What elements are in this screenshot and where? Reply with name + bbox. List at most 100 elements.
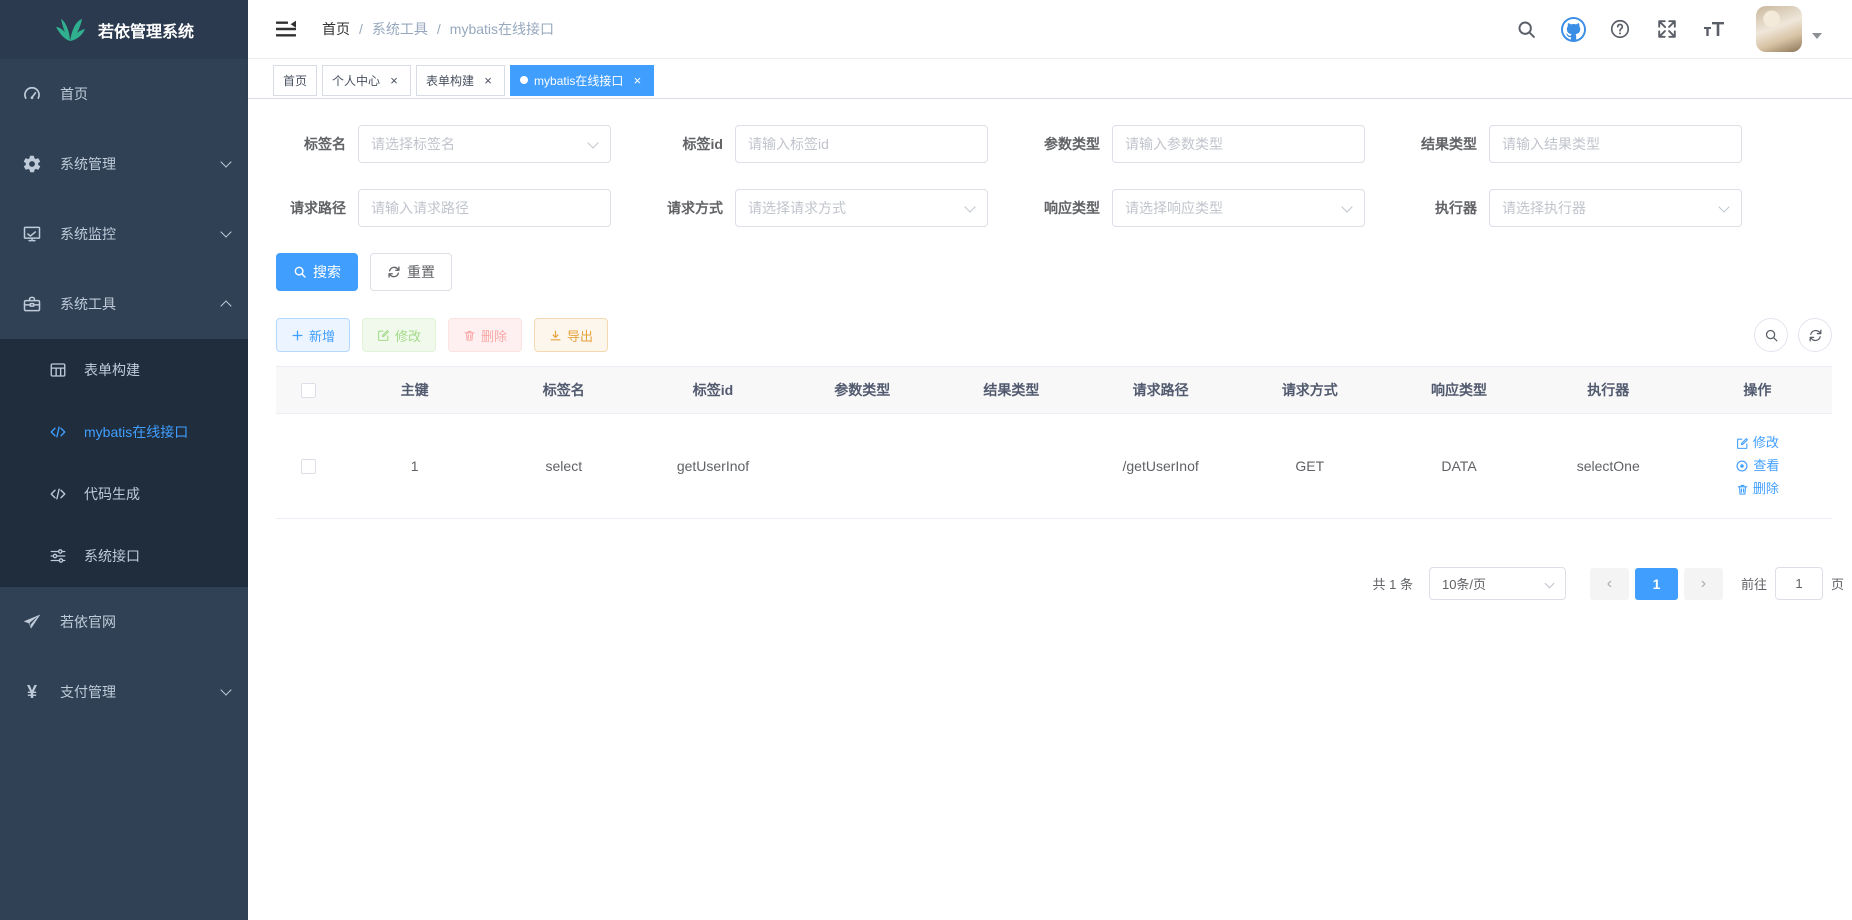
sidebar-fold-button[interactable] bbox=[274, 16, 300, 42]
paper-plane-icon bbox=[22, 612, 42, 632]
tab-home[interactable]: 首页 bbox=[273, 65, 317, 96]
active-dot bbox=[520, 76, 528, 84]
table-header-row: 主键 标签名 标签id 参数类型 结果类型 请求路径 请求方式 响应类型 执行器… bbox=[276, 367, 1832, 414]
tab-label: 表单构建 bbox=[426, 72, 474, 89]
search-button[interactable]: 搜索 bbox=[276, 253, 358, 291]
table-row: 1 select getUserInof /getUserInof GET DA… bbox=[276, 414, 1832, 519]
data-table: 主键 标签名 标签id 参数类型 结果类型 请求路径 请求方式 响应类型 执行器… bbox=[276, 366, 1832, 519]
app-title: 若依管理系统 bbox=[98, 18, 194, 42]
close-icon[interactable]: × bbox=[481, 73, 495, 87]
sidebar-item-system-monitor[interactable]: 系统监控 bbox=[0, 199, 248, 269]
sidebar-item-system-management[interactable]: 系统管理 bbox=[0, 129, 248, 199]
github-icon[interactable] bbox=[1560, 16, 1586, 42]
question-icon[interactable] bbox=[1607, 16, 1633, 42]
sidebar-item-label: 代码生成 bbox=[84, 484, 230, 504]
sidebar-item-form-builder[interactable]: 表单构建 bbox=[0, 339, 248, 401]
gear-icon bbox=[22, 154, 42, 174]
search-actions: 搜索 重置 bbox=[276, 253, 1832, 291]
sidebar-item-label: mybatis在线接口 bbox=[84, 422, 230, 442]
tab-form-builder[interactable]: 表单构建 × bbox=[416, 65, 505, 96]
close-icon[interactable]: × bbox=[387, 73, 401, 87]
field-label: 结果类型 bbox=[1407, 134, 1477, 154]
row-edit-link[interactable]: 修改 bbox=[1736, 433, 1779, 453]
refresh-icon bbox=[387, 265, 401, 279]
row-delete-link[interactable]: 删除 bbox=[1736, 479, 1779, 499]
breadcrumb-separator: / bbox=[437, 21, 441, 37]
tab-label: mybatis在线接口 bbox=[534, 72, 623, 89]
breadcrumb-home[interactable]: 首页 bbox=[322, 19, 350, 39]
export-button[interactable]: 导出 bbox=[534, 318, 608, 352]
form-grid-icon bbox=[48, 360, 68, 380]
add-button[interactable]: 新增 bbox=[276, 318, 350, 352]
field-label: 执行器 bbox=[1407, 198, 1477, 218]
fullscreen-icon[interactable] bbox=[1654, 16, 1680, 42]
gauge-icon bbox=[22, 84, 42, 104]
cell-request-path: /getUserInof bbox=[1086, 458, 1235, 474]
sidebar-item-home[interactable]: 首页 bbox=[0, 59, 248, 129]
next-page-button[interactable]: › bbox=[1684, 568, 1723, 600]
font-size-icon[interactable] bbox=[1701, 16, 1727, 42]
total-count: 共 1 条 bbox=[1373, 574, 1413, 593]
edit-button[interactable]: 修改 bbox=[362, 318, 436, 352]
page-size-select[interactable]: 10条/页 bbox=[1429, 567, 1566, 600]
app-logo: 若依管理系统 bbox=[0, 0, 248, 59]
tags-view-bar: 首页 个人中心 × 表单构建 × mybatis在线接口 × bbox=[248, 59, 1852, 99]
column-header: 执行器 bbox=[1534, 380, 1683, 400]
column-header: 主键 bbox=[340, 380, 489, 400]
result-type-input[interactable] bbox=[1489, 125, 1742, 163]
tab-label: 首页 bbox=[283, 72, 307, 89]
request-path-input[interactable] bbox=[358, 189, 611, 227]
tag-id-input[interactable] bbox=[735, 125, 988, 163]
select-all-checkbox[interactable] bbox=[301, 383, 316, 398]
field-label: 标签名 bbox=[276, 134, 346, 154]
yen-icon: ¥ bbox=[22, 682, 42, 702]
download-icon bbox=[549, 329, 562, 342]
sidebar-item-ruoyi-website[interactable]: 若依官网 bbox=[0, 587, 248, 657]
top-navbar: 首页 / 系统工具 / mybatis在线接口 bbox=[248, 0, 1852, 59]
main-area: 首页 / 系统工具 / mybatis在线接口 bbox=[248, 0, 1852, 920]
close-icon[interactable]: × bbox=[630, 73, 644, 87]
caret-down-icon bbox=[1812, 33, 1822, 39]
avatar bbox=[1756, 6, 1802, 52]
executor-select[interactable] bbox=[1489, 189, 1742, 227]
sidebar-item-label: 若依官网 bbox=[60, 612, 230, 632]
search-icon bbox=[293, 265, 307, 279]
column-header: 操作 bbox=[1683, 380, 1832, 400]
show-search-toggle-button[interactable] bbox=[1754, 318, 1788, 352]
tab-profile[interactable]: 个人中心 × bbox=[322, 65, 411, 96]
delete-button[interactable]: 删除 bbox=[448, 318, 522, 352]
reset-button[interactable]: 重置 bbox=[370, 253, 452, 291]
row-view-link[interactable]: 查看 bbox=[1735, 456, 1779, 476]
column-header: 请求方式 bbox=[1235, 380, 1384, 400]
refresh-button[interactable] bbox=[1798, 318, 1832, 352]
sidebar-item-code-generation[interactable]: 代码生成 bbox=[0, 463, 248, 525]
sidebar: 若依管理系统 首页 系统管理 系统监控 bbox=[0, 0, 248, 920]
request-method-select[interactable] bbox=[735, 189, 988, 227]
chevron-down-icon bbox=[220, 226, 231, 237]
tab-mybatis-online-api[interactable]: mybatis在线接口 × bbox=[510, 65, 654, 96]
cell-primary-key: 1 bbox=[340, 458, 489, 474]
sidebar-item-mybatis-online-api[interactable]: mybatis在线接口 bbox=[0, 401, 248, 463]
sidebar-item-label: 系统工具 bbox=[60, 294, 222, 314]
goto-page-input[interactable] bbox=[1775, 567, 1823, 600]
sidebar-item-system-api[interactable]: 系统接口 bbox=[0, 525, 248, 587]
prev-page-button[interactable]: ‹ bbox=[1590, 568, 1629, 600]
cell-tag-id: getUserInof bbox=[638, 458, 787, 474]
sidebar-item-payment-management[interactable]: ¥ 支付管理 bbox=[0, 657, 248, 727]
tag-name-select[interactable] bbox=[358, 125, 611, 163]
cell-tag-name: select bbox=[489, 458, 638, 474]
param-type-input[interactable] bbox=[1112, 125, 1365, 163]
search-icon[interactable] bbox=[1513, 16, 1539, 42]
page-number-1[interactable]: 1 bbox=[1635, 568, 1678, 600]
system-tools-submenu: 表单构建 mybatis在线接口 代码生成 系 bbox=[0, 339, 248, 587]
chevron-down-icon bbox=[1545, 579, 1555, 589]
chevron-down-icon bbox=[220, 156, 231, 167]
row-checkbox[interactable] bbox=[301, 459, 316, 474]
column-header: 请求路径 bbox=[1086, 380, 1235, 400]
user-avatar-dropdown[interactable] bbox=[1756, 6, 1822, 52]
cell-executor: selectOne bbox=[1534, 458, 1683, 474]
response-type-select[interactable] bbox=[1112, 189, 1365, 227]
edit-icon bbox=[1736, 437, 1749, 450]
sidebar-item-system-tools[interactable]: 系统工具 bbox=[0, 269, 248, 339]
chevron-down-icon bbox=[220, 684, 231, 695]
